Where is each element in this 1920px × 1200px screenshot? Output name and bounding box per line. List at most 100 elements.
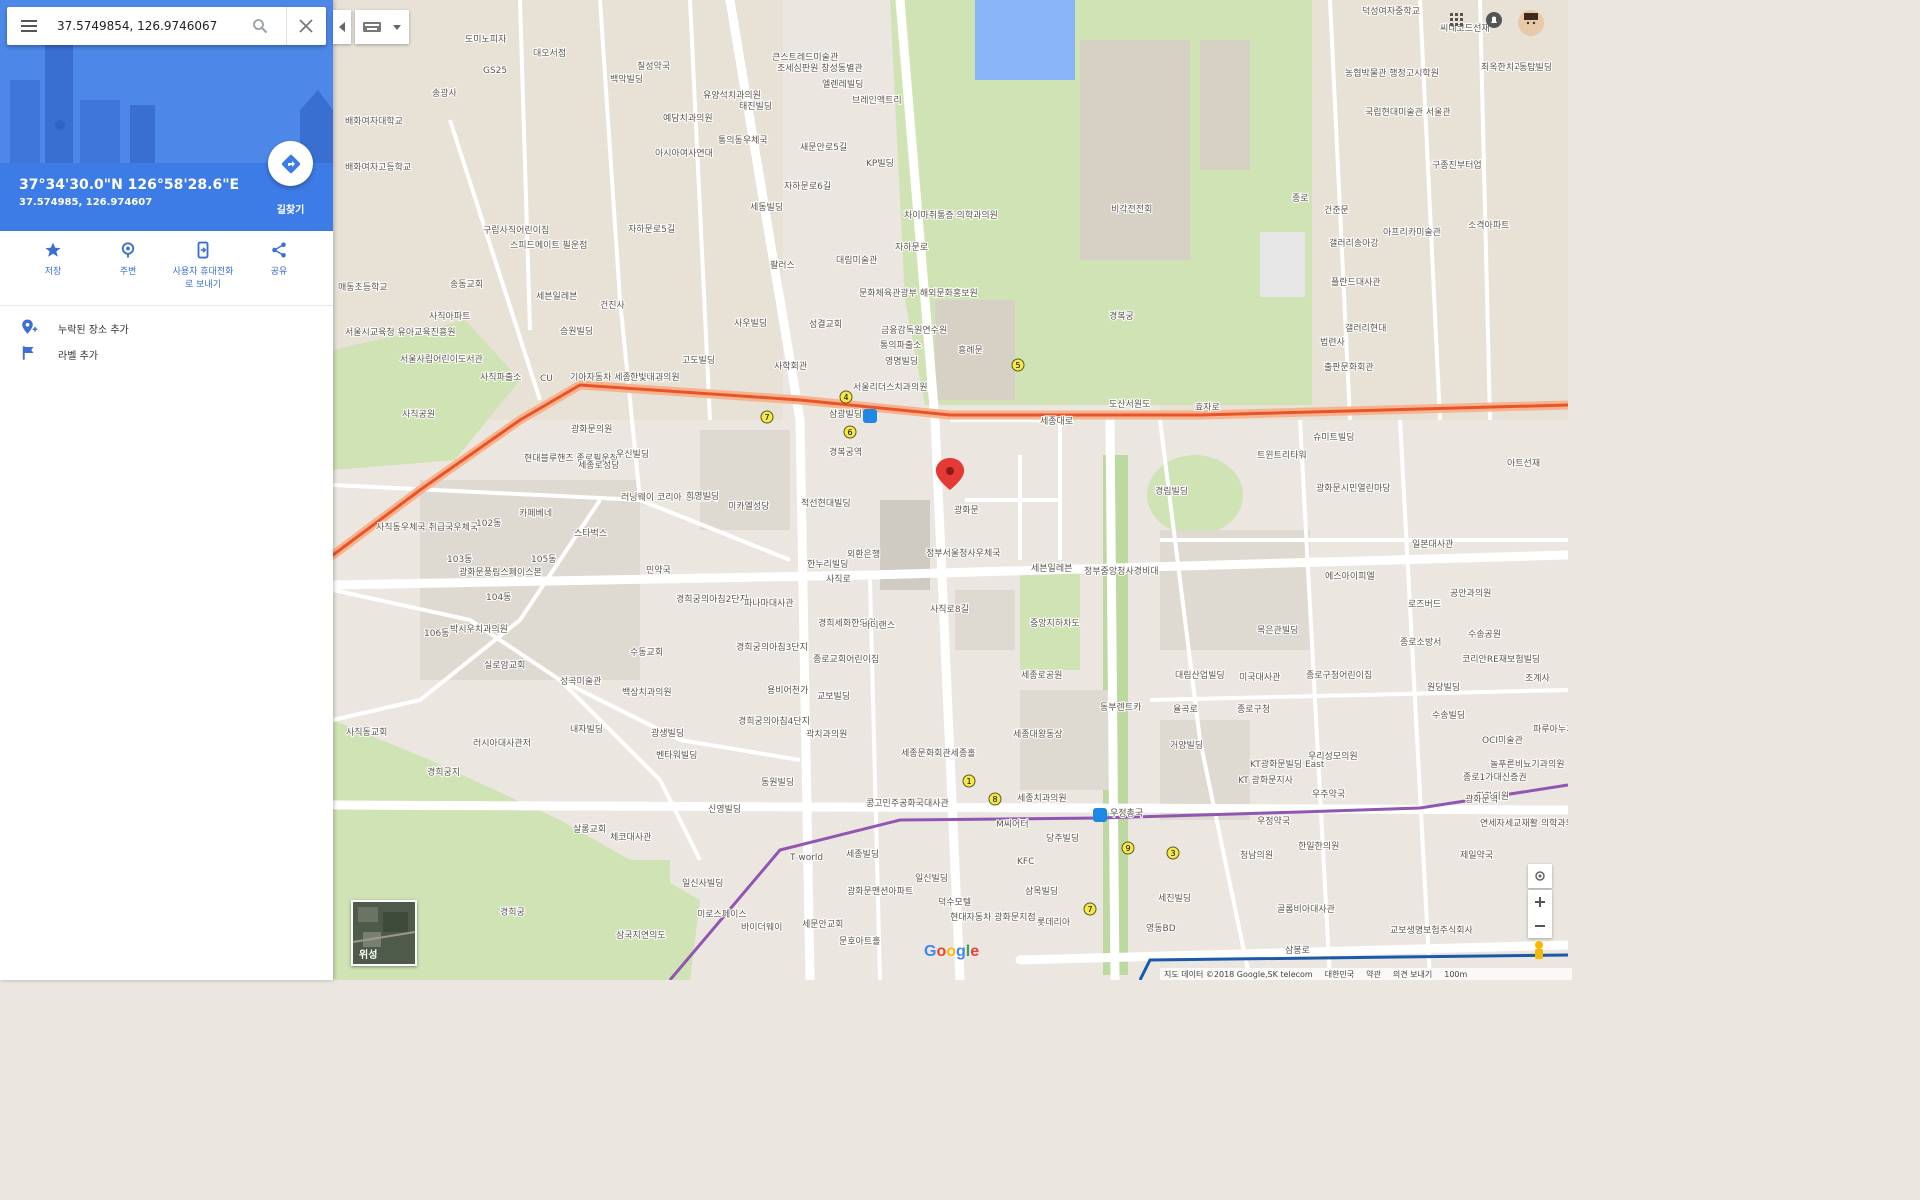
map-poi-label[interactable]: 덕수모텔	[937, 895, 972, 909]
map-poi-label[interactable]: 곽치과의원	[805, 727, 848, 741]
map-poi-label[interactable]: 태진빌딩	[738, 100, 773, 113]
apps-button[interactable]	[1450, 12, 1464, 31]
map-poi-label[interactable]: 우정총국	[1109, 807, 1144, 820]
map-poi-label[interactable]: 우신빌딩	[615, 448, 650, 461]
map-poi-label[interactable]: 씨네코드선재	[1439, 22, 1491, 35]
map-poi-label[interactable]: 경복궁역	[828, 445, 863, 459]
map-poi-label[interactable]: 세븐일레븐	[1030, 562, 1073, 575]
map-poi-label[interactable]: 벤타워빌딩	[655, 749, 698, 762]
map-poi-label[interactable]: 희영빌딩	[685, 489, 720, 503]
map-poi-label[interactable]: 삼국지연의도	[615, 929, 667, 942]
map-poi-label[interactable]: 세진빌딩	[1157, 892, 1192, 905]
map-poi-label[interactable]: KP빌딩	[865, 157, 895, 170]
search-input[interactable]	[57, 16, 237, 36]
menu-button[interactable]	[10, 7, 48, 45]
map-poi-label[interactable]: 예담치과의원	[662, 111, 714, 125]
map-poi-label[interactable]: 청남의원	[1239, 849, 1274, 862]
map-poi-label[interactable]: 도산서원도	[1108, 398, 1151, 411]
map-poi-label[interactable]: 건준문	[1323, 204, 1350, 217]
map-poi-label[interactable]: OCI미술관	[1481, 734, 1524, 747]
map-poi-label[interactable]: 우리성모의원	[1307, 750, 1359, 763]
map-poi-label[interactable]: 큰스트레드미술관	[771, 51, 839, 64]
map-poi-label[interactable]: 한빛내과의원	[629, 371, 681, 384]
map-poi-label[interactable]: 대오서점	[532, 46, 567, 60]
map-poi-label[interactable]: 콩고민주공화국대사관	[865, 797, 950, 810]
map-poi-label[interactable]: 아트선재	[1506, 457, 1541, 470]
country-label[interactable]: 대한민국	[1325, 969, 1354, 980]
map-poi-label[interactable]: 교보생명보험주식회사	[1389, 924, 1475, 937]
map-poi-label[interactable]: 일신빌딩	[914, 872, 949, 885]
map-poi-label[interactable]: 광화문	[953, 503, 980, 517]
map-poi-label[interactable]: GS25	[482, 65, 508, 77]
map-poi-label[interactable]: 새문안로5길	[799, 141, 848, 154]
map-poi-label[interactable]: 세종치과의원	[1016, 791, 1068, 805]
map-poi-label[interactable]: 세종로공원	[1020, 669, 1063, 682]
map-poi-label[interactable]: 문호아트홀	[838, 934, 881, 948]
map-poi-label[interactable]: 민약국	[645, 563, 672, 577]
map-poi-label[interactable]: 동탑빌딩	[1518, 60, 1553, 74]
map-poi-label[interactable]: 사직공원	[401, 408, 436, 421]
map-poi-label[interactable]: 102동	[475, 517, 502, 530]
map-poi-label[interactable]: 공안과의원	[1449, 587, 1492, 600]
add-missing-place-link[interactable]: 누락된 장소 추가	[0, 315, 333, 341]
send-to-phone-button[interactable]: 사용자 휴대전화 로 보내기	[168, 241, 238, 292]
map-poi-label[interactable]: 일신사빌딩	[681, 877, 724, 890]
map-poi-label[interactable]: 통의동우체국	[717, 134, 769, 147]
zoom-in-button[interactable]	[1528, 890, 1552, 914]
map-poi-label[interactable]: 세종대왕동상	[1012, 728, 1064, 741]
map-poi-label[interactable]: 배화여자대학교	[344, 114, 404, 128]
map-poi-label[interactable]: 통의파출소	[879, 339, 922, 352]
map-poi-label[interactable]: 미로스페이스	[696, 908, 748, 921]
map-poi-label[interactable]: 동원빌딩	[760, 776, 795, 789]
map-poi-label[interactable]: 팔러스	[769, 258, 796, 272]
map-poi-label[interactable]: 플란드대사관	[1330, 275, 1382, 289]
map-poi-label[interactable]: 스타벅스	[573, 527, 608, 540]
map-poi-label[interactable]: 트윈트리타워	[1256, 449, 1308, 462]
map-poi-label[interactable]: 광화문의원	[570, 422, 613, 436]
map-poi-label[interactable]: 자하문로5길	[627, 223, 676, 236]
map-poi-label[interactable]: 미국대사관	[1238, 671, 1281, 684]
map-poi-label[interactable]: 로즈버드	[1407, 598, 1442, 611]
map-poi-label[interactable]: 아시아여사연대	[654, 146, 714, 160]
map-poi-label[interactable]: 백악빌딩	[609, 72, 644, 86]
map-poi-label[interactable]: 종로소방서	[1399, 636, 1442, 649]
collapse-panel-button[interactable]	[333, 10, 351, 44]
map-poi-label[interactable]: 농협박물관 행정고시학원	[1344, 66, 1440, 80]
map-poi-label[interactable]: 스피드메이트 필운점	[509, 238, 588, 252]
map-poi-label[interactable]: 세종빌딩	[845, 848, 880, 861]
map-poi-label[interactable]: 구립사직어린이집	[482, 223, 550, 237]
map-poi-label[interactable]: 에스아이피엘	[1324, 570, 1376, 583]
map-poi-label[interactable]: 승원빌딩	[559, 325, 594, 338]
nearby-button[interactable]: 주변	[93, 241, 163, 279]
map-poi-label[interactable]: 조계사	[1524, 671, 1552, 685]
map-poi-label[interactable]: 한누리빌딩	[806, 558, 849, 571]
map-poi-label[interactable]: 당주빌딩	[1045, 832, 1080, 845]
map-poi-label[interactable]: 금융감독원연수원	[880, 323, 948, 337]
map-poi-label[interactable]: T world	[788, 852, 824, 864]
map-poi-label[interactable]: 체코대사관	[609, 831, 652, 844]
map-poi-label[interactable]: 사직로8길	[929, 603, 970, 616]
map-poi-label[interactable]: 종로구청어린이집	[1305, 668, 1373, 682]
map-poi-label[interactable]: 광화문시민열린마당	[1315, 481, 1392, 495]
map-poi-label[interactable]: 사직동교회	[345, 726, 388, 739]
map-poi-label[interactable]: 동부렌트카	[1099, 701, 1142, 714]
map-poi-label[interactable]: 제일약국	[1459, 848, 1494, 862]
map-poi-label[interactable]: 성결교회	[808, 318, 843, 331]
map-poi-label[interactable]: 송동교회	[449, 278, 484, 291]
map-poi-label[interactable]: M씨어터	[995, 818, 1030, 831]
map-poi-label[interactable]: 고도빌딩	[681, 354, 716, 367]
map-poi-label[interactable]: 놀푸른비뇨기과의원	[1489, 758, 1566, 771]
map-poi-label[interactable]: 경희궁의아침4단지	[737, 714, 811, 728]
map-poi-label[interactable]: 적선현대빌딩	[800, 496, 852, 510]
map-poi-label[interactable]: 차이마취통증 의학과의원	[903, 208, 999, 222]
map-poi-label[interactable]: 경림빌딩	[1154, 484, 1189, 498]
map-poi-label[interactable]: 박시우치과의원	[449, 622, 509, 636]
map-poi-label[interactable]: 갤러리현대	[1344, 321, 1387, 335]
map-poi-label[interactable]: 광화문풍림스페이스본	[458, 565, 543, 579]
map-poi-label[interactable]: 자하문로6길	[783, 180, 832, 193]
map-poi-label[interactable]: 종로1가대신증권	[1462, 770, 1528, 784]
search-button[interactable]	[241, 7, 279, 45]
map-poi-label[interactable]: 코리안RE재보험빌딩	[1461, 653, 1541, 666]
map-poi-label[interactable]: 광화문역	[1464, 792, 1499, 806]
map-poi-label[interactable]: 살롱교회	[572, 823, 607, 836]
